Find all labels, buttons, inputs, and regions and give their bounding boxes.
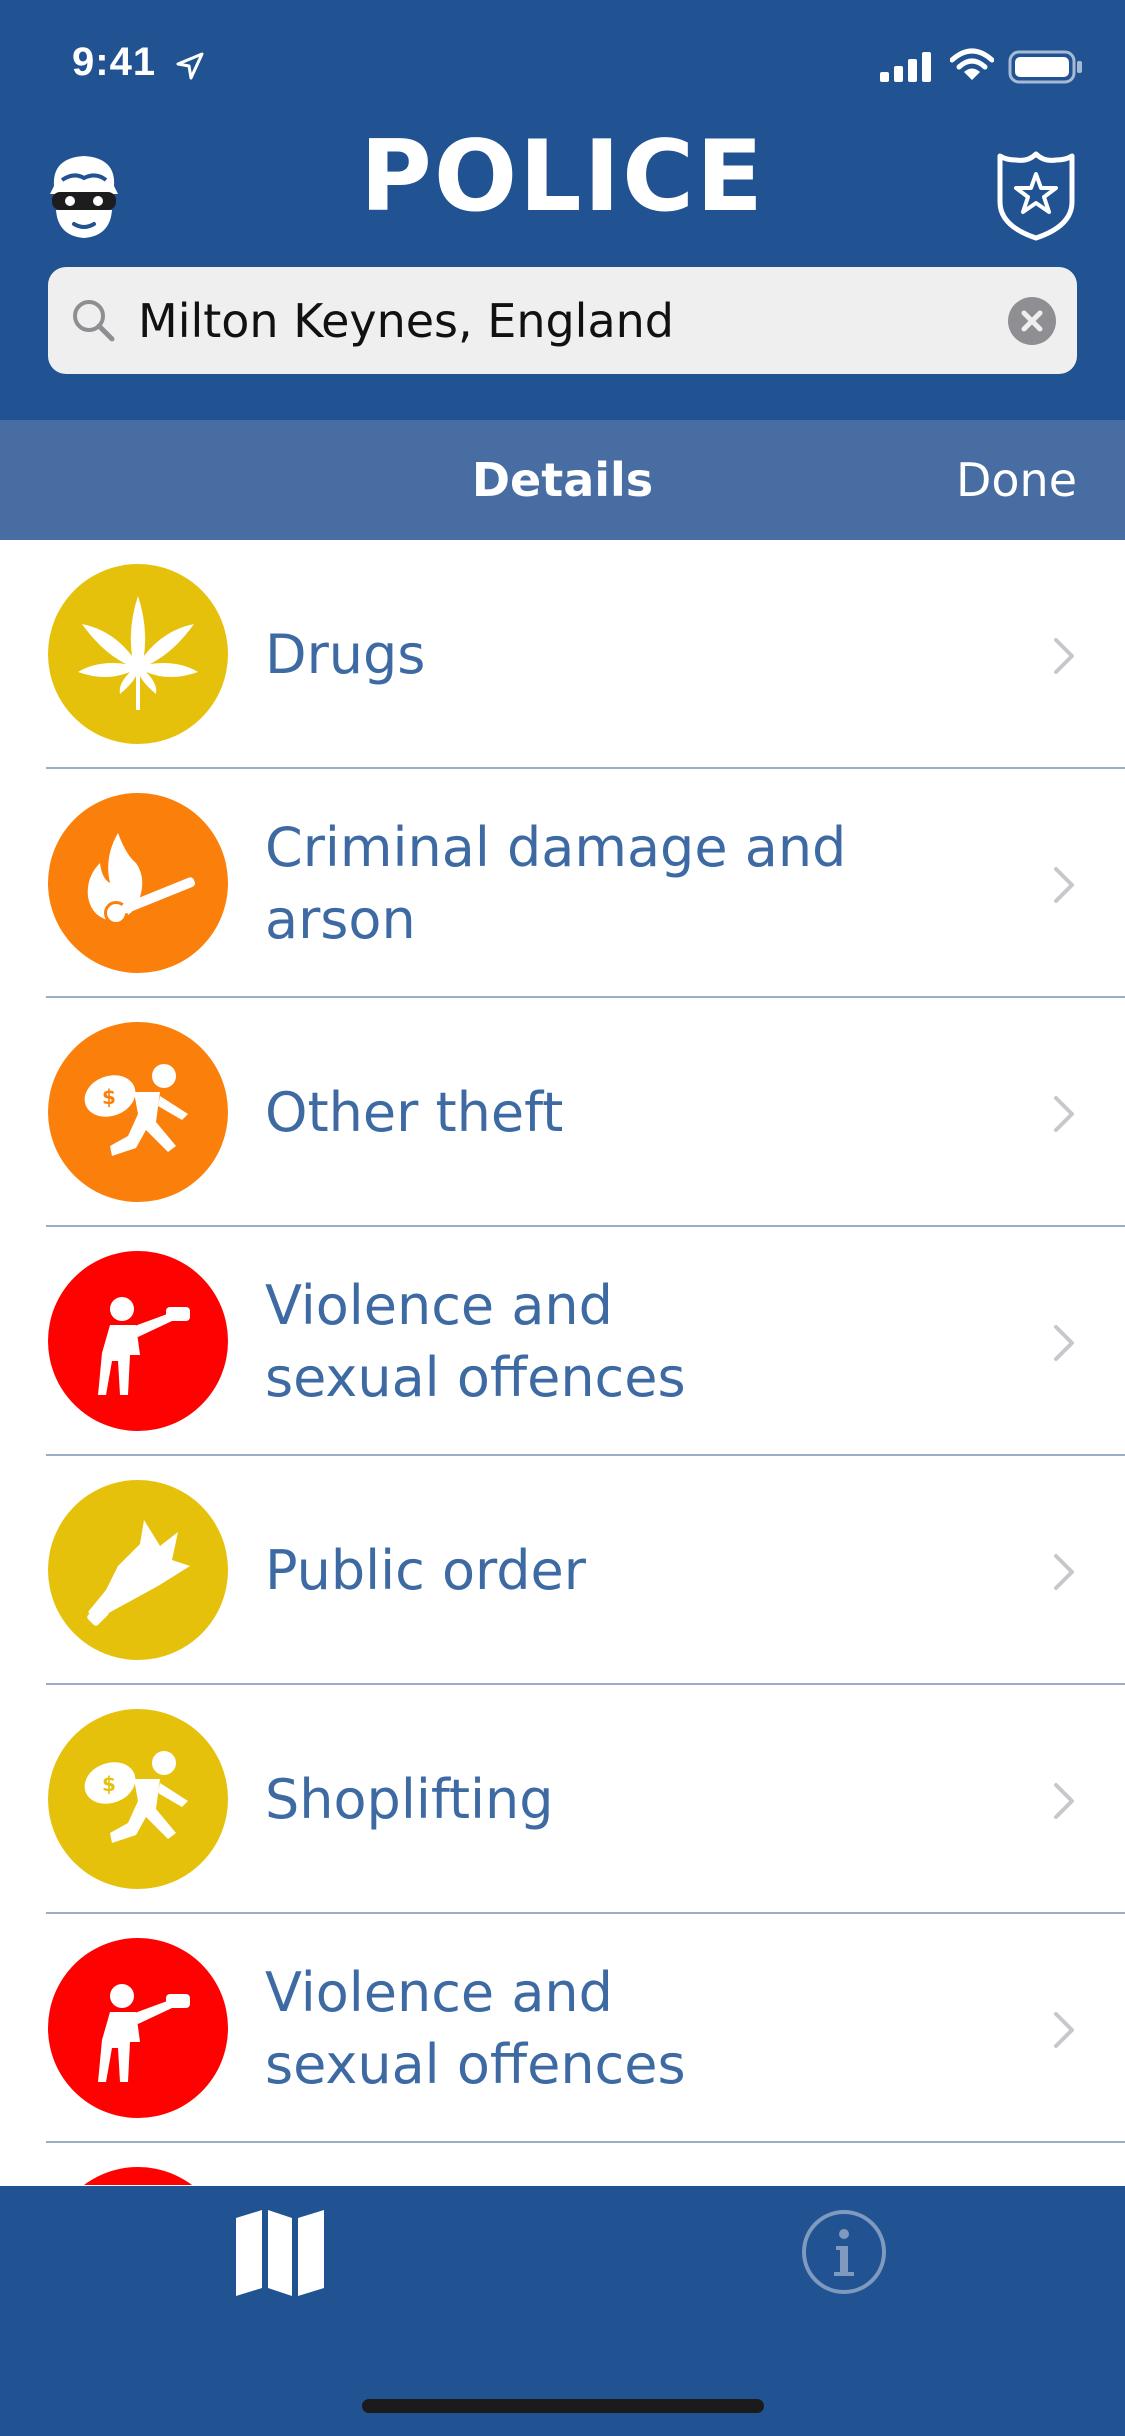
crime-label: Criminal damage and arson	[265, 815, 847, 951]
fighting-person-icon	[98, 1297, 190, 1395]
list-item[interactable]: Drugs	[0, 540, 1125, 769]
crime-label: Shoplifting	[265, 1767, 554, 1831]
crime-icon-circle	[48, 1480, 228, 1660]
svg-text:$: $	[102, 1772, 116, 1796]
chevron-right-icon	[1054, 1783, 1074, 1819]
crime-label: Violence and sexual offences	[265, 1960, 686, 2096]
list-item[interactable]: Violence and sexual offences	[0, 1227, 1125, 1456]
location-arrow-icon	[176, 52, 204, 80]
crime-list: Drugs Criminal damage and arson $ Other …	[0, 540, 1125, 2185]
list-item-partial[interactable]	[0, 2143, 1125, 2185]
clear-icon	[1021, 310, 1043, 332]
battery-icon	[1008, 50, 1082, 84]
clear-search-button[interactable]	[1008, 297, 1056, 345]
home-indicator	[362, 2399, 764, 2413]
broken-bottle-icon	[87, 1520, 190, 1626]
status-time: 9:41	[72, 40, 157, 84]
crime-icon-circle	[48, 2167, 228, 2185]
crime-label: Drugs	[265, 622, 426, 686]
crime-label: Violence and sexual offences	[265, 1273, 686, 1409]
crime-icon-circle	[48, 1938, 228, 2118]
chevron-right-icon	[1054, 1325, 1074, 1361]
header: 9:41 POLICE	[0, 0, 1125, 420]
crime-icon-circle	[48, 564, 228, 744]
chevron-right-icon	[1054, 2012, 1074, 2048]
chevron-right-icon	[1054, 1554, 1074, 1590]
fighting-person-icon	[98, 1984, 190, 2082]
status-bar: 9:41	[0, 0, 1125, 135]
crime-icon-circle: $	[48, 1709, 228, 1889]
chevron-right-icon	[1054, 867, 1074, 903]
cannabis-leaf-icon	[78, 596, 198, 710]
details-navbar: Details Done	[0, 420, 1125, 540]
cellular-signal-icon	[880, 52, 931, 82]
police-badge-icon[interactable]	[996, 150, 1076, 242]
list-item[interactable]: $ Shoplifting	[0, 1685, 1125, 1914]
list-item[interactable]: Criminal damage and arson	[0, 769, 1125, 998]
wifi-icon	[950, 48, 994, 80]
crime-label: Public order	[265, 1538, 586, 1602]
list-item[interactable]: $ Other theft	[0, 998, 1125, 1227]
search-bar[interactable]	[48, 267, 1077, 374]
running-thief-icon: $	[84, 1064, 188, 1156]
crime-icon-circle: $	[48, 1022, 228, 1202]
svg-text:$: $	[102, 1085, 116, 1109]
crime-icon-circle	[48, 1251, 228, 1431]
running-thief-icon: $	[84, 1751, 188, 1843]
done-button[interactable]: Done	[956, 420, 1077, 540]
chevron-right-icon	[1054, 638, 1074, 674]
crime-icon-circle	[48, 793, 228, 973]
search-input[interactable]	[138, 267, 1018, 374]
list-item[interactable]: Violence and sexual offences	[0, 1914, 1125, 2143]
match-flame-icon	[87, 833, 195, 925]
crime-label: Other theft	[265, 1080, 564, 1144]
chevron-right-icon	[1054, 1096, 1074, 1132]
page-title: POLICE	[360, 120, 765, 234]
search-icon	[73, 300, 115, 342]
map-icon[interactable]	[232, 2206, 328, 2298]
list-item[interactable]: Public order	[0, 1456, 1125, 1685]
info-icon[interactable]	[798, 2206, 890, 2298]
